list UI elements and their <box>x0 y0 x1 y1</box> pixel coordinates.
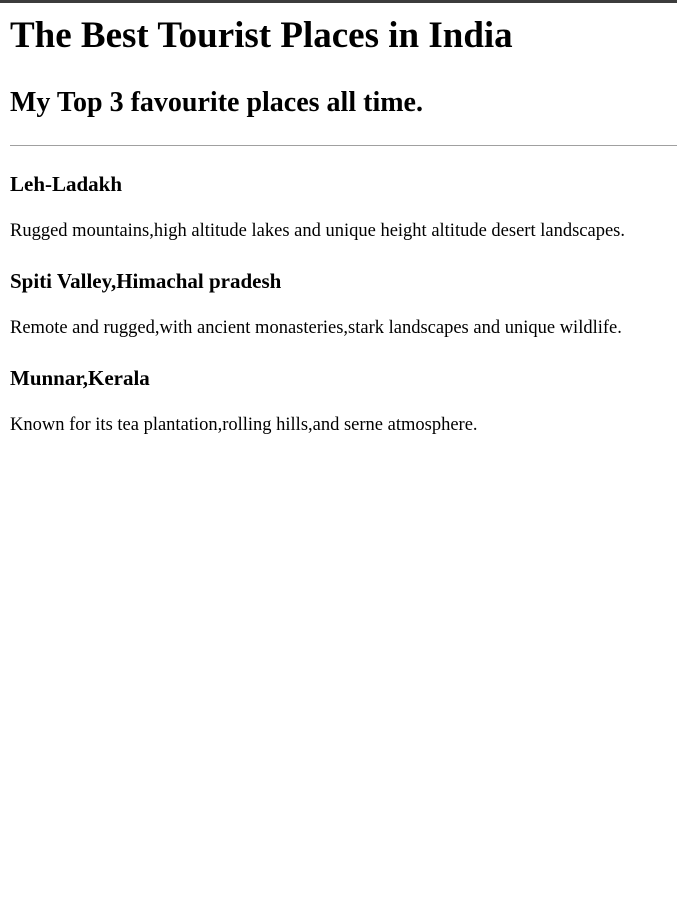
place-heading-leh-ladakh: Leh-Ladakh <box>10 172 123 196</box>
page-subtitle: My Top 3 favourite places all time. <box>10 87 423 118</box>
place-description-munnar: Known for its tea plantation,rolling hil… <box>10 415 478 435</box>
section-divider <box>10 145 677 146</box>
place-heading-munnar: Munnar,Kerala <box>10 366 150 390</box>
page-title: The Best Tourist Places in India <box>10 15 513 56</box>
place-heading-spiti-valley: Spiti Valley,Himachal pradesh <box>10 269 282 293</box>
place-description-spiti-valley: Remote and rugged,with ancient monasteri… <box>10 318 622 338</box>
place-description-leh-ladakh: Rugged mountains,high altitude lakes and… <box>10 221 625 241</box>
top-border <box>0 0 677 3</box>
